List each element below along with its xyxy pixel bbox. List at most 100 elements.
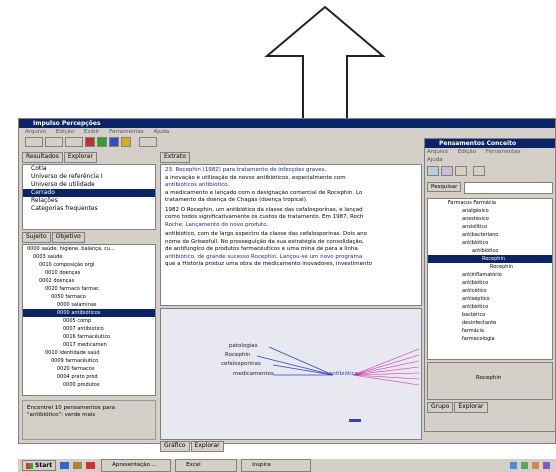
list-item[interactable]: Relações	[23, 197, 155, 205]
tab-objetivo[interactable]: Objetivo	[51, 232, 85, 243]
tree-item[interactable]: 0007 antibiotico	[23, 325, 155, 333]
tree-item[interactable]: 0000 saúde: higiene, balança, cu...	[23, 245, 155, 253]
tree-item[interactable]: antiséptico	[428, 295, 552, 303]
tree-item[interactable]: 0004 prato prod	[23, 373, 155, 381]
graph-center-node[interactable]: antibiótico	[329, 371, 358, 377]
menu-item[interactable]: Arquivo	[427, 149, 448, 155]
graph-node[interactable]: cefalosporinas	[221, 361, 261, 367]
taskbar-button[interactable]: Excel	[175, 459, 238, 472]
tab-grafico[interactable]: Gráfico	[160, 441, 190, 452]
tab-sujeito[interactable]: Sujeito	[22, 232, 51, 243]
search-button[interactable]: Pesquisar	[427, 182, 462, 192]
list-item[interactable]: Categorias frequentes	[23, 205, 155, 213]
start-button[interactable]: Start	[22, 460, 57, 471]
tree-item[interactable]: antibiótico	[428, 279, 552, 287]
tree-item[interactable]: anestésico	[428, 215, 552, 223]
toolbar-button-options[interactable]	[139, 137, 157, 147]
tree-item[interactable]: farmacologia	[428, 335, 552, 343]
tree-item[interactable]: 0010 doenças	[23, 269, 155, 277]
toolbar-button-red[interactable]	[85, 137, 95, 147]
excerpt-line: antibiótico, com de largo espectro da cl…	[165, 231, 368, 237]
toolbar-button-green[interactable]	[97, 137, 107, 147]
windows-logo-icon	[26, 462, 33, 469]
excerpt-line: antibiótico, de grande sucesso Rocephin.…	[165, 253, 363, 260]
toolbar-button[interactable]	[473, 166, 485, 176]
menu-item[interactable]: Ajuda	[427, 157, 443, 163]
results-list[interactable]: Cotia Universo de referência I Universo …	[22, 164, 156, 230]
tray-icon[interactable]	[521, 462, 528, 469]
tree-item[interactable]: 0016 farmacêutico	[23, 333, 155, 341]
tray-icon[interactable]	[543, 462, 550, 469]
tree-item[interactable]: bactérico	[428, 311, 552, 319]
toolbar-button-forward[interactable]	[45, 137, 63, 147]
tray-icon[interactable]	[510, 462, 517, 469]
tree-item[interactable]: 0002 doenças	[23, 277, 155, 285]
tray-icon[interactable]	[532, 462, 539, 469]
excerpt-line: de antifúngico de produtos farmacêuticos…	[165, 246, 358, 252]
tree-item[interactable]: 0050 farmaco	[23, 293, 155, 301]
toolbar-button-yellow[interactable]	[121, 137, 131, 147]
menu-item[interactable]: Ajuda	[154, 129, 170, 135]
tree-item[interactable]: 0003 saúde	[23, 253, 155, 261]
tree-item[interactable]: 0017 medicamen	[23, 341, 155, 349]
tree-item[interactable]: Rocephin	[428, 263, 552, 271]
toolbar-button[interactable]	[427, 166, 439, 176]
tree-item[interactable]: 0009 farmacêutico	[23, 357, 155, 365]
toolbar-button-blue[interactable]	[109, 137, 119, 147]
tree-item[interactable]: 0020 farmaco farmac	[23, 285, 155, 293]
tree-item[interactable]: 0000 antibióticos	[23, 309, 155, 317]
tree-item[interactable]: antibacteriano	[428, 231, 552, 239]
tree-item[interactable]: 0000 produtos	[23, 381, 155, 389]
menu-item[interactable]: Ferramentas	[109, 129, 144, 135]
concept-tree[interactable]: 0000 saúde: higiene, balança, cu... 0003…	[22, 244, 156, 396]
graph-node[interactable]: Rocephin	[225, 352, 250, 358]
list-item[interactable]: Universo de referência I	[23, 173, 155, 181]
toolbar-button-home[interactable]	[65, 137, 83, 147]
list-item[interactable]: Cotia	[23, 165, 155, 173]
concepts-tree[interactable]: Farmacos Farmácia analgésico anestésico …	[427, 198, 553, 360]
concept-graph[interactable]: patologias Rocephin cefalosporinas medic…	[160, 308, 422, 440]
tree-item[interactable]: ansiolítico	[428, 223, 552, 231]
menu-item[interactable]: Arquivo	[25, 129, 46, 135]
tree-item[interactable]: 0000 salaminas	[23, 301, 155, 309]
taskbar-button[interactable]: Apresentação ...	[101, 459, 172, 472]
ie-icon[interactable]	[60, 462, 70, 469]
list-item[interactable]: Universo de utilidade	[23, 181, 155, 189]
desktop-icon[interactable]	[73, 462, 83, 469]
menu-item[interactable]: Edição	[56, 129, 74, 135]
tree-item[interactable]: 0020 farmacos	[23, 365, 155, 373]
search-input[interactable]	[464, 182, 553, 194]
menu-item[interactable]: Exibir	[84, 129, 100, 135]
tab-extrato[interactable]: Extrato	[160, 152, 190, 163]
tab-explorar[interactable]: Explorar	[63, 152, 97, 163]
tree-item[interactable]: 0005 comp	[23, 317, 155, 325]
media-icon[interactable]	[86, 462, 96, 469]
graph-node[interactable]: medicamentos	[233, 371, 274, 377]
tree-item[interactable]: anticético	[428, 287, 552, 295]
tree-item[interactable]: Farmacos Farmácia	[428, 199, 552, 207]
list-item[interactable]: Cerrado	[23, 189, 155, 197]
tree-item[interactable]: Rocephin	[428, 255, 552, 263]
tree-item[interactable]: 0010 composição orgi	[23, 261, 155, 269]
toolbar-button[interactable]	[441, 166, 453, 176]
toolbar-button-back[interactable]	[25, 137, 43, 147]
tab-explorar-right[interactable]: Explorar	[454, 402, 488, 413]
tree-item[interactable]: antibiótico	[428, 303, 552, 311]
tree-item[interactable]: desinfectante	[428, 319, 552, 327]
graph-node[interactable]: patologias	[229, 343, 258, 349]
menu-item[interactable]: Ferramentas	[486, 149, 521, 155]
tree-item[interactable]: antibiótico	[428, 239, 552, 247]
taskbar-button[interactable]: Inspira	[241, 459, 312, 472]
tab-explorar-graph[interactable]: Explorar	[190, 441, 224, 452]
excerpt-text[interactable]: 23. Rocephin (1982) para tratamento de i…	[160, 164, 422, 306]
tree-item[interactable]: antiinflamatório	[428, 271, 552, 279]
tree-item[interactable]: antibiótico	[428, 247, 552, 255]
tree-item[interactable]: 0010 identidade saúd	[23, 349, 155, 357]
excerpt-line: 1982 O Rocephin, um antibiótico da class…	[165, 206, 363, 213]
toolbar-button[interactable]	[455, 166, 467, 176]
tab-resultados[interactable]: Resultados	[22, 152, 63, 163]
tree-item[interactable]: analgésico	[428, 207, 552, 215]
tab-grupo[interactable]: Grupo	[427, 402, 454, 413]
menu-item[interactable]: Edição	[458, 149, 476, 155]
tree-item[interactable]: farmácia	[428, 327, 552, 335]
